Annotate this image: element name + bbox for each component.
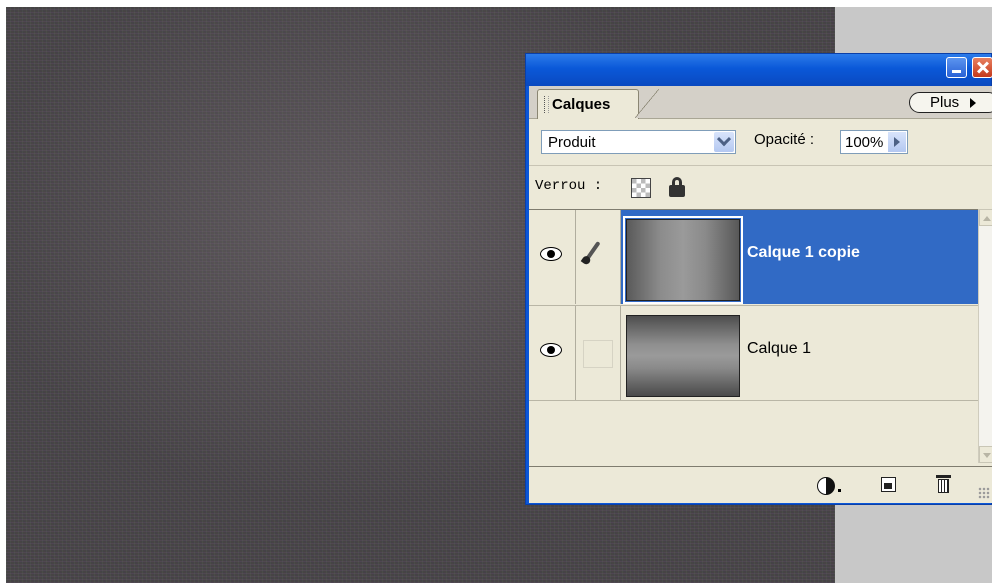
scroll-up-icon[interactable] bbox=[979, 209, 992, 226]
chevron-down-icon[interactable] bbox=[714, 132, 734, 152]
close-icon[interactable] bbox=[972, 57, 992, 78]
palette-body: Calques Plus Produit Opacité : 100% Verr… bbox=[529, 86, 992, 503]
layer-thumbnail[interactable] bbox=[626, 315, 740, 397]
opacity-label: Opacité : bbox=[754, 131, 815, 148]
grip-icon bbox=[544, 96, 549, 113]
chevron-right-icon bbox=[970, 98, 976, 108]
more-options-button[interactable]: Plus bbox=[909, 92, 992, 113]
layer-thumbnail[interactable] bbox=[623, 216, 743, 304]
tab-calques[interactable]: Calques bbox=[537, 89, 639, 119]
opacity-value: 100% bbox=[845, 134, 884, 151]
layer-name[interactable]: Calque 1 bbox=[747, 340, 811, 358]
layer-row[interactable]: Calque 1 bbox=[529, 305, 978, 401]
layer-link-toggle[interactable] bbox=[576, 210, 621, 304]
blend-opacity-row: Produit Opacité : 100% bbox=[529, 118, 992, 165]
layer-style-icon[interactable] bbox=[817, 477, 835, 495]
layers-scrollbar[interactable] bbox=[978, 209, 992, 463]
tab-edge bbox=[635, 89, 659, 118]
opacity-slider-arrow-icon[interactable] bbox=[888, 132, 906, 152]
layer-style-menu-dot bbox=[838, 489, 841, 492]
layers-palette: Calques Plus Produit Opacité : 100% Verr… bbox=[525, 53, 992, 505]
palette-footer bbox=[529, 466, 992, 503]
visibility-toggle[interactable] bbox=[529, 306, 576, 400]
eye-icon bbox=[540, 247, 562, 261]
layer-link-toggle[interactable] bbox=[576, 306, 621, 400]
more-options-label: Plus bbox=[930, 94, 960, 111]
checkerboard-icon[interactable] bbox=[631, 178, 651, 198]
layer-row[interactable]: Calque 1 copie bbox=[529, 210, 978, 304]
trash-icon[interactable] bbox=[936, 475, 951, 493]
lock-label: Verrou : bbox=[535, 178, 603, 194]
minimize-icon[interactable] bbox=[946, 57, 967, 78]
eye-icon bbox=[540, 343, 562, 357]
visibility-toggle[interactable] bbox=[529, 210, 576, 304]
lock-row: Verrou : bbox=[529, 165, 992, 208]
empty-link-slot bbox=[583, 340, 613, 368]
new-layer-icon[interactable] bbox=[881, 477, 896, 492]
opacity-field[interactable]: 100% bbox=[840, 130, 908, 154]
tab-label: Calques bbox=[552, 96, 611, 113]
blend-mode-select[interactable]: Produit bbox=[541, 130, 736, 154]
layers-list: Calque 1 copie Calque 1 bbox=[529, 209, 978, 464]
padlock-icon[interactable] bbox=[667, 177, 687, 197]
brush-icon bbox=[583, 241, 601, 263]
layer-name[interactable]: Calque 1 copie bbox=[747, 244, 860, 262]
tab-row: Calques Plus bbox=[529, 86, 992, 119]
resize-grip-icon[interactable] bbox=[978, 487, 990, 499]
blend-mode-value: Produit bbox=[548, 134, 596, 151]
scroll-down-icon[interactable] bbox=[979, 446, 992, 463]
palette-titlebar[interactable] bbox=[526, 54, 992, 86]
